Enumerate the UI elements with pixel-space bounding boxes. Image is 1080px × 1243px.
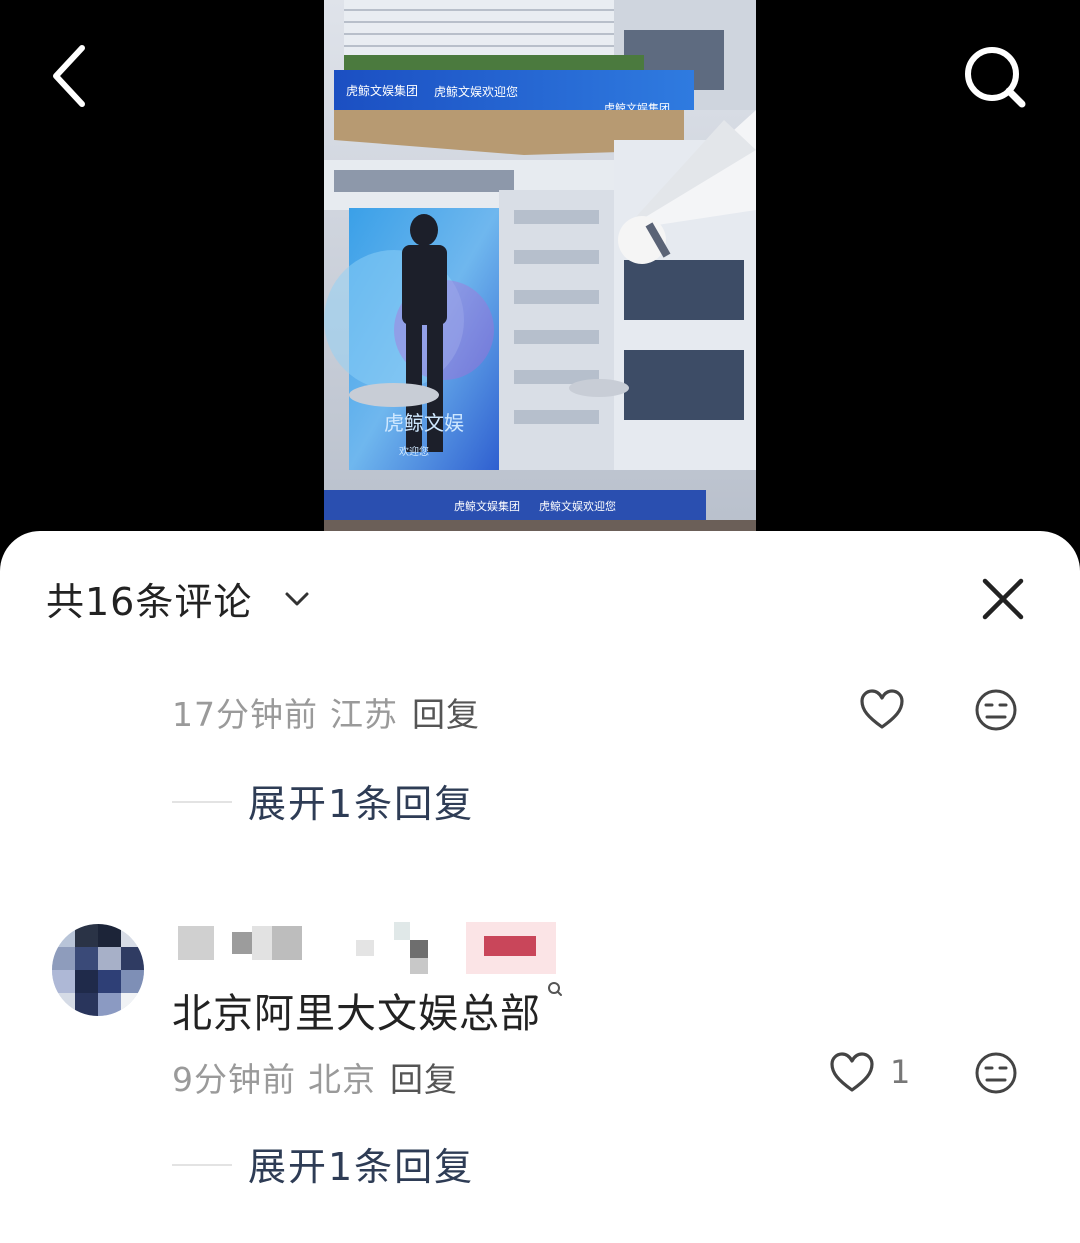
search-hint-icon[interactable] xyxy=(547,981,563,999)
blurred-avatar-image xyxy=(52,924,144,1016)
comment-meta: 9分钟前 北京 回复 xyxy=(172,1053,458,1101)
avatar[interactable] xyxy=(52,924,144,1016)
expand-replies-label: 展开1条回复 xyxy=(248,1145,475,1189)
reply-button[interactable]: 回复 xyxy=(412,695,480,734)
back-button[interactable] xyxy=(40,38,110,118)
comment-sheet: 共16条评论 17分钟前 江苏 回复 展开1条回复 北京阿里大文娱总部 9分钟前… xyxy=(0,531,1080,1243)
like-button[interactable] xyxy=(828,1049,876,1097)
expand-replies-label: 展开1条回复 xyxy=(248,782,475,826)
dislike-button[interactable] xyxy=(972,686,1020,734)
video-area: 虎鲸文娱集团 虎鲸文娱欢迎您 虎鲸文娱集团 虎鲸文娱 欢迎您 虎鲸文娱集团 虎鲸… xyxy=(0,0,1080,560)
bottom-banner-left-text: 虎鲸文娱集团 xyxy=(454,499,520,513)
comment-location: 北京 xyxy=(308,1060,376,1099)
screen-title-text: 虎鲸文娱 xyxy=(384,411,464,435)
like-count: 1 xyxy=(890,1053,911,1091)
expand-divider-line xyxy=(172,1164,232,1166)
dislike-button[interactable] xyxy=(972,1049,1020,1097)
comment-meta: 17分钟前 江苏 回复 xyxy=(172,688,480,736)
heart-icon xyxy=(830,1052,874,1092)
search-button[interactable] xyxy=(950,38,1040,118)
reply-button[interactable]: 回复 xyxy=(390,1060,458,1099)
search-icon xyxy=(965,47,1026,108)
video-frame[interactable]: 虎鲸文娱集团 虎鲸文娱欢迎您 虎鲸文娱集团 虎鲸文娱 欢迎您 虎鲸文娱集团 虎鲸… xyxy=(324,0,756,531)
like-button[interactable] xyxy=(858,686,906,734)
expand-divider-line xyxy=(172,801,232,803)
close-icon xyxy=(982,578,1024,620)
username-blurred[interactable] xyxy=(178,922,558,976)
meh-face-icon xyxy=(975,1052,1017,1094)
comment-body: 北京阿里大文娱总部 xyxy=(172,991,541,1037)
comment-time: 9分钟前 xyxy=(172,1060,296,1099)
comment-location: 江苏 xyxy=(330,695,398,734)
top-banner-center-text: 虎鲸文娱欢迎您 xyxy=(434,84,518,99)
heart-icon xyxy=(860,689,904,729)
comment-text: 北京阿里大文娱总部 xyxy=(172,981,563,1039)
screen-subtitle-text: 欢迎您 xyxy=(399,445,429,458)
comment-sheet-header: 共16条评论 xyxy=(0,531,1080,661)
chevron-left-icon xyxy=(53,45,85,107)
comment-time: 17分钟前 xyxy=(172,695,318,734)
mall-atrium-image: 虎鲸文娱集团 虎鲸文娱欢迎您 虎鲸文娱集团 虎鲸文娱 欢迎您 虎鲸文娱集团 虎鲸… xyxy=(324,0,756,531)
comment-count-title[interactable]: 共16条评论 xyxy=(46,571,252,626)
chevron-down-icon[interactable] xyxy=(282,587,312,611)
bottom-banner-right-text: 虎鲸文娱欢迎您 xyxy=(539,499,616,513)
meh-face-icon xyxy=(975,689,1017,731)
top-banner-left-text: 虎鲸文娱集团 xyxy=(346,83,418,98)
close-button[interactable] xyxy=(975,571,1031,627)
pixelated-username xyxy=(178,922,556,974)
